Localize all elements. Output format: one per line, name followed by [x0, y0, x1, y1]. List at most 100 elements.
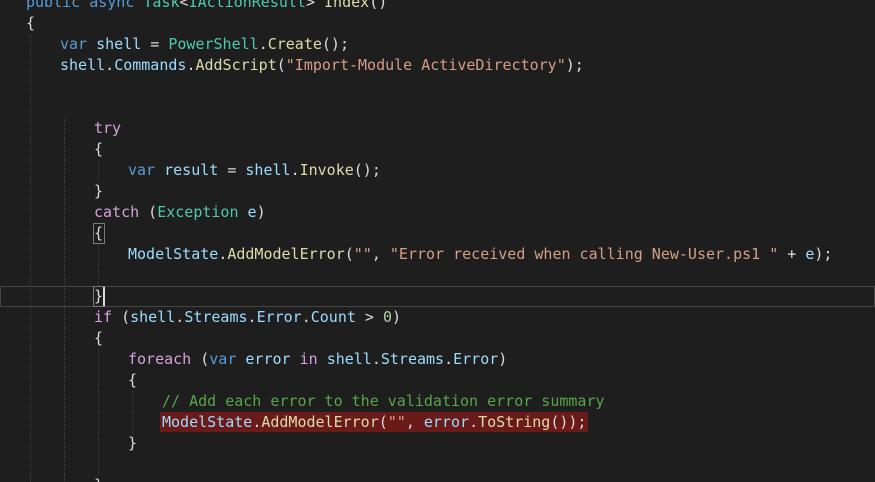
code-token-text: } [94, 287, 104, 305]
code-line[interactable]: { [0, 13, 875, 34]
indent-guide [64, 139, 65, 160]
code-line[interactable] [0, 97, 875, 118]
code-token-text: . [301, 308, 311, 326]
code-text: ModelState.AddModelError("", "Error rece… [128, 244, 832, 265]
code-text: { [94, 223, 103, 244]
code-token-method: ToString [478, 413, 551, 431]
code-text: } [94, 181, 103, 202]
code-token-text: . [469, 413, 479, 431]
code-token-text: + [778, 245, 806, 263]
code-line[interactable]: { [0, 328, 875, 349]
code-text: { [94, 328, 103, 349]
indent-guide [64, 475, 65, 482]
code-token-text: { [128, 371, 138, 389]
code-token-control: foreach [128, 350, 192, 368]
code-text: ModelState.AddModelError("", error.ToStr… [162, 412, 586, 433]
code-token-text: . [290, 161, 300, 179]
code-token-text: ( [191, 350, 210, 368]
indent-guide [30, 454, 31, 475]
code-line[interactable]: } [0, 286, 875, 307]
code-token-text: () [369, 0, 388, 11]
code-line[interactable]: } [0, 475, 875, 482]
indent-guide [30, 118, 31, 139]
indent-guide [30, 76, 31, 97]
code-line[interactable] [0, 265, 875, 286]
code-text: } [128, 433, 137, 454]
indent-guide [64, 265, 65, 286]
code-token-text: { [94, 224, 104, 242]
code-token-keyword: var [60, 35, 88, 53]
code-token-keyword: var [209, 350, 237, 368]
indent-guide [64, 307, 65, 328]
code-token-variable: error [245, 350, 291, 368]
indent-guide [98, 391, 99, 412]
code-text: { [128, 370, 137, 391]
indent-guide [64, 160, 65, 181]
code-line[interactable]: foreach (var error in shell.Streams.Erro… [0, 349, 875, 370]
code-token-text: ) [256, 203, 266, 221]
code-token-variable: shell [326, 350, 372, 368]
code-line[interactable]: { [0, 139, 875, 160]
code-token-method: Invoke [299, 161, 354, 179]
code-token-keyword: var [128, 161, 156, 179]
indent-guide [30, 97, 31, 118]
code-line[interactable]: catch (Exception e) [0, 202, 875, 223]
code-token-text: ) [498, 350, 508, 368]
indent-guide [30, 286, 31, 307]
code-token-method: AddModelError [261, 413, 379, 431]
code-token-variable: Error [256, 308, 302, 326]
code-line[interactable]: { [0, 223, 875, 244]
code-line[interactable] [0, 76, 875, 97]
code-token-text: (); [353, 161, 381, 179]
code-token-variable: shell [130, 308, 176, 326]
code-token-text: . [218, 245, 228, 263]
code-token-text: . [105, 56, 115, 74]
code-token-text: } [94, 476, 103, 482]
code-text: { [94, 139, 103, 160]
code-token-control: try [94, 119, 122, 137]
code-line[interactable]: var shell = PowerShell.Create(); [0, 34, 875, 55]
code-editor[interactable]: public async Task<IActionResult> Index()… [0, 0, 875, 482]
code-line[interactable]: if (shell.Streams.Error.Count > 0) [0, 307, 875, 328]
code-token-text: (); [321, 35, 349, 53]
indent-guide [98, 433, 99, 454]
code-line[interactable]: // Add each error to the validation erro… [0, 391, 875, 412]
code-token-variable: shell [96, 35, 142, 53]
code-token-text: > [305, 0, 325, 11]
code-token-text: ( [139, 203, 158, 221]
indent-guide [64, 454, 65, 475]
code-line[interactable]: ModelState.AddModelError("", "Error rece… [0, 244, 875, 265]
indent-guide [30, 349, 31, 370]
code-token-variable: shell [245, 161, 291, 179]
code-token-comment: // Add each error to the validation erro… [162, 392, 605, 410]
code-line[interactable] [0, 454, 875, 475]
code-line[interactable]: public async Task<IActionResult> Index() [0, 0, 875, 13]
indent-guide [64, 286, 65, 307]
code-token-text: { [94, 140, 104, 158]
code-text: foreach (var error in shell.Streams.Erro… [128, 349, 507, 370]
code-token-text: } [94, 182, 104, 200]
code-line[interactable]: } [0, 181, 875, 202]
code-token-text: < [179, 0, 189, 11]
code-line[interactable]: } [0, 433, 875, 454]
code-token-variable: error [423, 413, 470, 431]
code-line[interactable]: ModelState.AddModelError("", error.ToStr… [0, 412, 875, 433]
indent-guide [64, 370, 65, 391]
code-text: } [94, 286, 103, 307]
code-line[interactable]: shell.Commands.AddScript("Import-Module … [0, 55, 875, 76]
code-text: if (shell.Streams.Error.Count > 0) [94, 307, 401, 328]
code-line[interactable]: { [0, 370, 875, 391]
code-line[interactable]: try [0, 118, 875, 139]
indent-guide [98, 244, 99, 265]
indent-guide [98, 349, 99, 370]
code-line[interactable]: var result = shell.Invoke(); [0, 160, 875, 181]
code-token-method: Create [267, 35, 322, 53]
indent-guide [30, 55, 31, 76]
code-token-text: ); [565, 56, 584, 74]
code-token-text: . [252, 413, 262, 431]
indent-guide [30, 181, 31, 202]
code-text: var shell = PowerShell.Create(); [60, 34, 349, 55]
indent-guide [30, 412, 31, 433]
